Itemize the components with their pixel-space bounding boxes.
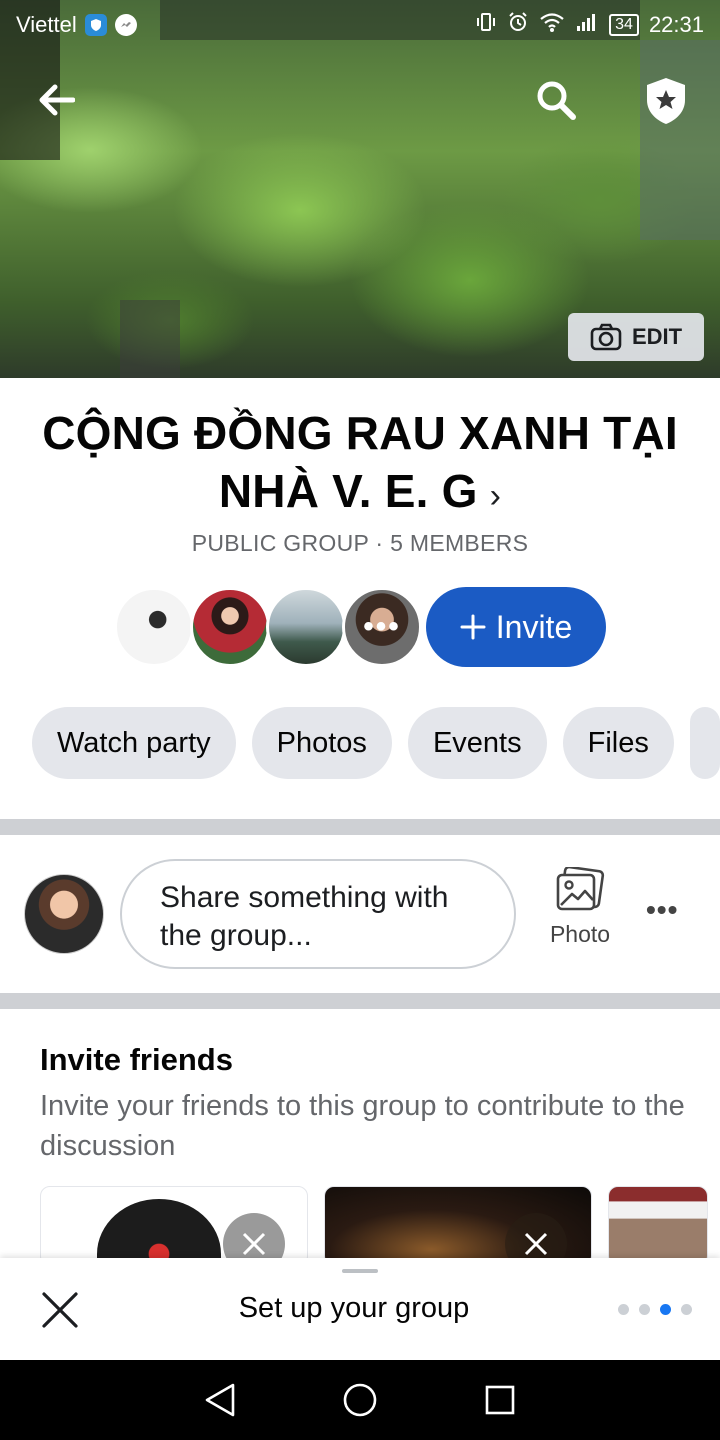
invite-label: Invite (495, 608, 573, 645)
close-icon (242, 1232, 266, 1256)
member-avatar[interactable] (266, 587, 346, 667)
step-dot (681, 1304, 692, 1315)
edit-cover-button[interactable]: EDIT (568, 313, 704, 361)
camera-icon (590, 323, 622, 351)
system-navigation-bar (0, 1360, 720, 1440)
step-dot (639, 1304, 650, 1315)
post-composer: Share something with the group... Photo (0, 835, 720, 993)
plus-icon (460, 614, 486, 640)
member-avatar[interactable] (190, 587, 270, 667)
photo-icon (556, 867, 605, 911)
shield-star-icon (647, 78, 685, 124)
vibrate-icon (475, 11, 497, 39)
status-bar: Viettel 34 22:31 (0, 0, 720, 50)
setup-group-sheet[interactable]: Set up your group (0, 1258, 720, 1360)
shield-icon (84, 14, 107, 36)
sheet-handle[interactable] (342, 1269, 378, 1273)
composer-input[interactable]: Share something with the group... (120, 859, 516, 969)
chevron-right-icon: › (489, 477, 502, 515)
avatar[interactable] (24, 874, 104, 954)
group-tabs: Watch party Photos Events Files (32, 707, 720, 779)
edit-label: EDIT (631, 324, 683, 349)
search-button[interactable] (532, 76, 580, 124)
wifi-icon (539, 11, 565, 39)
friend-photo (97, 1199, 221, 1265)
square-recents-icon (485, 1385, 515, 1415)
invite-button[interactable]: Invite (426, 587, 606, 667)
sheet-title: Set up your group (238, 1292, 470, 1324)
invite-friends-description: Invite your friends to this group to con… (40, 1090, 685, 1162)
nav-recents-button[interactable] (470, 1370, 530, 1430)
nav-home-button[interactable] (330, 1370, 390, 1430)
tab-more-partial[interactable] (689, 707, 720, 779)
tab-events[interactable]: Events (407, 707, 547, 779)
clock: 22:31 (648, 12, 704, 37)
invite-friends-title: Invite friends (40, 1042, 233, 1077)
section-divider (0, 819, 720, 835)
close-icon (524, 1232, 548, 1256)
photo-button[interactable]: Photo (540, 867, 620, 948)
carrier-name: Viettel (16, 12, 77, 37)
messenger-icon (114, 14, 137, 36)
member-avatar[interactable] (114, 587, 194, 667)
signal-icon (575, 11, 599, 39)
step-dot-active (660, 1304, 671, 1315)
nav-back-button[interactable] (190, 1370, 250, 1430)
triangle-back-icon (205, 1383, 235, 1417)
member-avatars[interactable]: ••• (114, 587, 422, 667)
circle-home-icon (343, 1383, 377, 1417)
step-dot (618, 1304, 629, 1315)
friend-suggestion-card[interactable] (608, 1186, 708, 1266)
more-members-indicator: ••• (363, 610, 401, 643)
friend-suggestion-card[interactable] (324, 1186, 592, 1266)
tab-watch-party[interactable]: Watch party (32, 707, 236, 779)
back-button[interactable] (32, 78, 80, 122)
search-icon (537, 81, 576, 120)
alarm-icon (507, 11, 529, 39)
member-avatar-more[interactable]: ••• (342, 587, 422, 667)
group-meta[interactable]: PUBLIC GROUP · 5 MEMBERS (0, 530, 720, 557)
section-divider (0, 993, 720, 1009)
photo-label: Photo (549, 921, 611, 947)
tab-photos[interactable]: Photos (251, 707, 392, 779)
admin-tools-button[interactable] (640, 74, 692, 128)
group-title[interactable]: CỘNG ĐỒNG RAU XANH TẠI NHÀ V. E. G › (20, 404, 700, 525)
app-screen: Viettel 34 22:31 EDIT CỘNG ĐỒNG RAU XANH… (0, 0, 720, 1440)
arrow-left-icon (39, 84, 75, 116)
step-indicator (618, 1304, 692, 1315)
friend-suggestion-card[interactable] (40, 1186, 308, 1266)
group-name: CỘNG ĐỒNG RAU XANH TẠI NHÀ V. E. G (42, 407, 678, 517)
tab-files[interactable]: Files (562, 707, 674, 779)
more-options-icon[interactable]: ••• (646, 894, 678, 926)
battery-indicator: 34 (609, 14, 639, 36)
